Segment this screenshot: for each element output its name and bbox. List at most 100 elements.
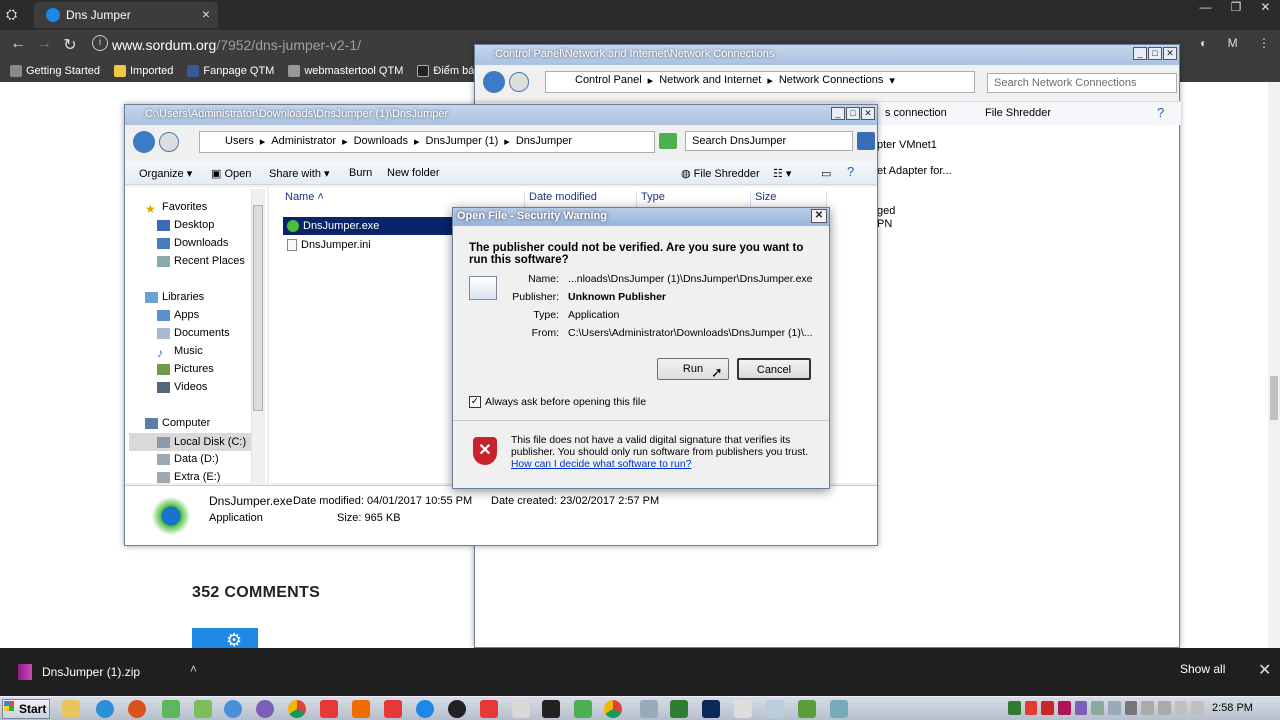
connection-item[interactable]: pter VMnet1: [877, 139, 937, 151]
nav-libraries[interactable]: Libraries: [145, 291, 204, 303]
app-taskbar-icon[interactable]: [416, 700, 434, 718]
info-icon[interactable]: i: [92, 35, 108, 51]
bookmark-getting-started[interactable]: Getting Started: [10, 65, 100, 77]
tray-icon[interactable]: [1008, 701, 1021, 715]
skype-taskbar-icon[interactable]: [96, 700, 114, 718]
close-icon[interactable]: ✕: [1258, 660, 1271, 680]
nav-extra-e[interactable]: Extra (E:): [157, 471, 220, 483]
download-item[interactable]: DnsJumper (1).zip: [18, 664, 140, 680]
crumb-item[interactable]: DnsJumper: [516, 135, 572, 148]
nav-videos[interactable]: Videos: [157, 381, 207, 393]
preview-pane-icon[interactable]: ▭: [821, 167, 831, 180]
help-icon[interactable]: ?: [1157, 105, 1164, 120]
nav-favorites[interactable]: ★ Favorites: [145, 201, 207, 216]
app-taskbar-icon[interactable]: [766, 700, 784, 718]
incognito-icon[interactable]: ⛭: [6, 6, 24, 22]
help-link[interactable]: How can I decide what software to run?: [511, 459, 691, 470]
minimize-icon[interactable]: —: [1200, 0, 1212, 20]
nav-music[interactable]: ♪ Music: [157, 345, 203, 360]
network-icon[interactable]: [1174, 701, 1188, 715]
back-button[interactable]: [133, 131, 155, 153]
forward-button[interactable]: [159, 132, 179, 152]
connection-button[interactable]: s connection: [885, 107, 947, 119]
search-input[interactable]: Search DnsJumper: [685, 131, 853, 151]
app-taskbar-icon[interactable]: [670, 700, 688, 718]
crumb-item[interactable]: Network Connections: [779, 74, 884, 87]
close-button[interactable]: ✕: [1163, 47, 1177, 60]
forward-icon[interactable]: →: [34, 35, 54, 55]
page-scroll-thumb[interactable]: [1270, 376, 1278, 420]
share-with-button[interactable]: Share with ▾: [269, 167, 330, 180]
burn-button[interactable]: Burn: [349, 167, 372, 179]
file-shredder-button[interactable]: File Shredder: [985, 107, 1051, 119]
file-row[interactable]: DnsJumper.ini: [287, 239, 371, 251]
app-taskbar-icon[interactable]: [384, 700, 402, 718]
tray-icon[interactable]: [1091, 701, 1105, 715]
back-button[interactable]: [483, 71, 505, 93]
dialog-close-button[interactable]: ✕: [811, 209, 827, 223]
app-taskbar-icon[interactable]: [640, 700, 658, 718]
app-taskbar-icon[interactable]: [224, 700, 242, 718]
bookmark-webmastertool[interactable]: webmastertool QTM: [288, 65, 403, 77]
tray-icon[interactable]: [1024, 701, 1038, 715]
organize-button[interactable]: Organize ▾: [139, 167, 192, 180]
crumb-item[interactable]: Network and Internet: [659, 74, 761, 87]
app-taskbar-icon[interactable]: [512, 700, 530, 718]
forward-button[interactable]: [509, 72, 529, 92]
app-taskbar-icon[interactable]: [830, 700, 848, 718]
app-taskbar-icon[interactable]: [798, 700, 816, 718]
connection-item[interactable]: et Adapter for...: [877, 165, 952, 177]
cmd-taskbar-icon[interactable]: [542, 700, 560, 718]
crumb-item[interactable]: Users: [225, 135, 254, 148]
close-button[interactable]: ✕: [861, 107, 875, 120]
tray-icon[interactable]: [1124, 701, 1138, 715]
bookmark-imported[interactable]: Imported: [114, 65, 173, 77]
app-taskbar-icon[interactable]: [162, 700, 180, 718]
nav-desktop[interactable]: Desktop: [157, 219, 214, 231]
nav-local-disk-c[interactable]: Local Disk (C:): [129, 433, 251, 451]
menu-icon[interactable]: ⋮: [1258, 36, 1270, 54]
nav-data-d[interactable]: Data (D:): [157, 453, 219, 465]
cancel-button[interactable]: Cancel: [737, 358, 811, 380]
back-icon[interactable]: ←: [8, 35, 28, 55]
browser-tab[interactable]: Dns Jumper ×: [34, 2, 218, 28]
file-shredder-button[interactable]: ◍ File Shredder: [681, 167, 760, 180]
nav-computer[interactable]: Computer: [145, 417, 210, 429]
crumb-item[interactable]: Control Panel: [575, 74, 642, 87]
explorer-taskbar-icon[interactable]: [62, 700, 80, 718]
profile-icon[interactable]: M: [1228, 36, 1238, 54]
app-taskbar-icon[interactable]: [480, 700, 498, 718]
search-icon[interactable]: [857, 132, 875, 150]
tray-icon[interactable]: [1108, 701, 1121, 715]
reload-icon[interactable]: ↻: [60, 35, 80, 55]
downloader-taskbar-icon[interactable]: [320, 700, 338, 718]
view-options-icon[interactable]: ☷ ▾: [773, 167, 791, 180]
extension-icon[interactable]: ◐: [1200, 36, 1207, 54]
chrome-taskbar-icon[interactable]: [288, 700, 306, 718]
app-taskbar-icon[interactable]: [574, 700, 592, 718]
app-taskbar-icon[interactable]: [194, 700, 212, 718]
tray-icon[interactable]: [1158, 701, 1171, 715]
crumb-item[interactable]: Downloads: [354, 135, 408, 148]
nav-scroll-thumb[interactable]: [253, 205, 263, 411]
photoshop-taskbar-icon[interactable]: [702, 700, 720, 718]
page-scrollbar[interactable]: [1268, 82, 1280, 648]
restore-icon[interactable]: ❐: [1231, 0, 1242, 20]
tab-close-icon[interactable]: ×: [202, 6, 210, 22]
tray-icon[interactable]: [1141, 701, 1155, 715]
close-icon[interactable]: ✕: [1260, 0, 1270, 20]
nav-pictures[interactable]: Pictures: [157, 363, 214, 375]
tray-icon[interactable]: [1058, 701, 1071, 715]
app-taskbar-icon[interactable]: [448, 700, 466, 718]
chevron-up-icon[interactable]: ˄: [190, 662, 197, 676]
show-all-button[interactable]: Show all: [1180, 662, 1225, 676]
viber-taskbar-icon[interactable]: [256, 700, 274, 718]
open-button[interactable]: ▣ Open: [211, 167, 251, 180]
help-icon[interactable]: ?: [847, 164, 854, 179]
url-bar[interactable]: www.sordum.org/7952/dns-jumper-v2-1/: [86, 33, 476, 57]
nav-recent-places[interactable]: Recent Places: [157, 255, 245, 267]
maximize-button[interactable]: □: [1148, 47, 1162, 60]
app-taskbar-icon[interactable]: [352, 700, 370, 718]
firefox-taskbar-icon[interactable]: [128, 700, 146, 718]
nav-documents[interactable]: Documents: [157, 327, 230, 339]
